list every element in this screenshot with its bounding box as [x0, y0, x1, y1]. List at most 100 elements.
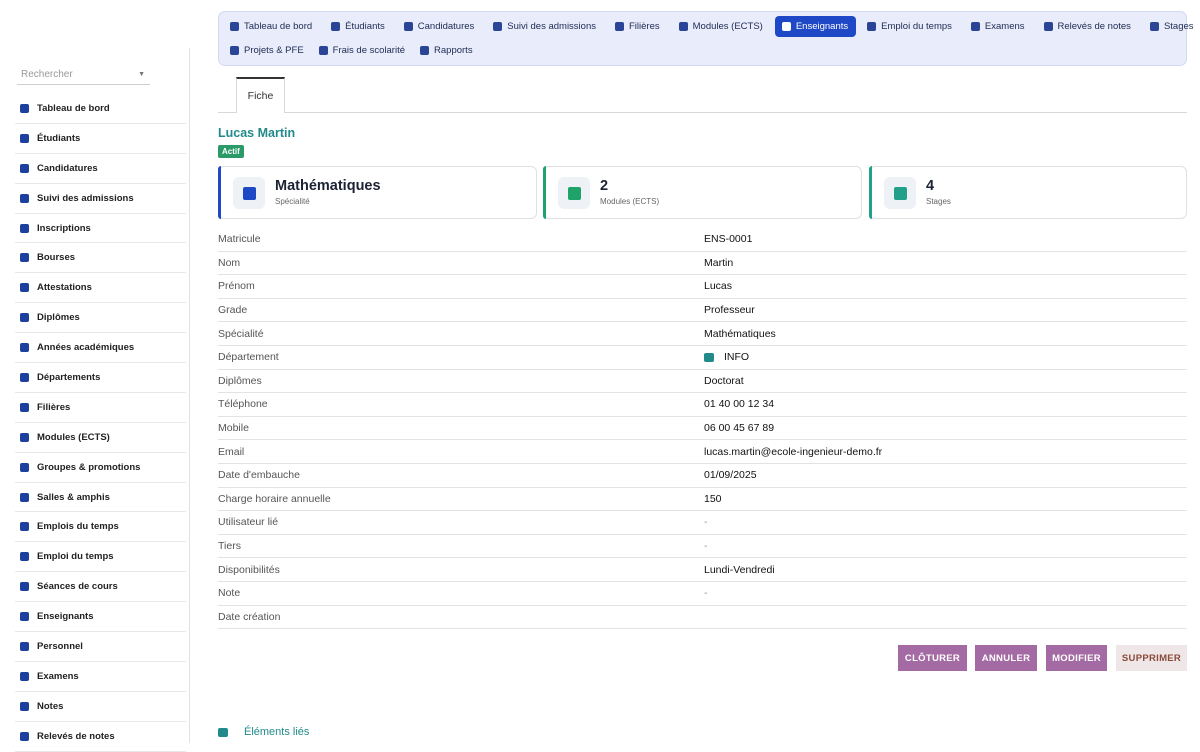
cancel-button[interactable]: ANNULER: [975, 645, 1037, 671]
sidebar-item-label: Personnel: [37, 640, 83, 652]
field-label: Note: [218, 587, 241, 600]
stat-card-speciality: Mathématiques Spécialité: [218, 166, 537, 219]
sidebar-item-notes[interactable]: Notes: [15, 692, 186, 722]
nav-item-label: Candidatures: [417, 21, 475, 32]
sidebar-item-modules-ects[interactable]: Modules (ECTS): [15, 423, 186, 453]
users-icon: [20, 641, 29, 651]
sidebar-item-inscriptions[interactable]: Inscriptions: [15, 214, 186, 244]
sidebar-item-enseignants[interactable]: Enseignants: [15, 602, 186, 633]
close-button[interactable]: CLÔTURER: [898, 645, 967, 671]
sidebar-item-candidatures[interactable]: Candidatures: [15, 154, 186, 184]
search-placeholder: Rechercher: [21, 69, 73, 80]
sidebar-item-diplomes[interactable]: Diplômes: [15, 303, 186, 334]
search-select[interactable]: Rechercher ▼: [17, 66, 150, 85]
sidebar-item-label: Bourses: [37, 252, 76, 264]
sidebar-item-filieres[interactable]: Filières: [15, 393, 186, 423]
field-value: ENS-0001: [704, 233, 752, 245]
sidebar-item-groupes-promotions[interactable]: Groupes & promotions: [15, 453, 186, 483]
sidebar-item-label: Attestations: [37, 282, 92, 294]
nav-item-tableau-de-bord[interactable]: Tableau de bord: [223, 16, 320, 37]
teacher-icon: [20, 612, 29, 622]
laptop-icon: [20, 462, 29, 472]
nav-item-enseignants[interactable]: Enseignants: [774, 16, 857, 37]
field-value: Doctorat: [704, 375, 744, 387]
nav-item-etudiants[interactable]: Étudiants: [324, 16, 393, 37]
nav-item-filieres[interactable]: Filières: [608, 16, 668, 37]
card-icon-box: [233, 177, 265, 209]
sidebar-item-attestations[interactable]: Attestations: [15, 273, 186, 304]
nav-item-frais-de-scolarite[interactable]: Frais de scolarité: [312, 40, 413, 61]
sidebar-divider: [189, 48, 190, 743]
sidebar-item-tableau-de-bord[interactable]: Tableau de bord: [15, 94, 186, 124]
briefcase-icon: [1149, 22, 1159, 31]
sidebar-item-annees-academiques[interactable]: Années académiques: [15, 333, 186, 364]
field-value: 01 40 00 12 34: [704, 398, 774, 410]
nav-item-projets-pfe[interactable]: Projets & PFE: [223, 40, 312, 61]
sidebar-item-suivi-des-admissions[interactable]: Suivi des admissions: [15, 184, 186, 214]
admissions-icon: [493, 22, 503, 31]
sidebar-item-emploi-du-temps[interactable]: Emploi du temps: [15, 542, 186, 573]
calendar-icon: [867, 22, 877, 31]
nav-item-candidatures[interactable]: Candidatures: [397, 16, 483, 37]
sidebar-item-label: Séances de cours: [37, 581, 118, 593]
calendar-icon: [20, 343, 29, 353]
sidebar-item-label: Groupes & promotions: [37, 461, 141, 473]
sidebar-item-label: Enseignants: [37, 611, 94, 623]
nav-item-rapports[interactable]: Rapports: [413, 40, 481, 61]
sidebar-item-label: Années académiques: [37, 342, 135, 354]
field-value-text: Lundi-Vendredi: [704, 563, 775, 576]
card-icon-box: [558, 177, 590, 209]
field-value-text: lucas.martin@ecole-ingenieur-demo.fr: [704, 445, 883, 458]
nav-item-emploi-du-temps[interactable]: Emploi du temps: [860, 16, 960, 37]
field-value: lucas.martin@ecole-ingenieur-demo.fr: [704, 446, 882, 458]
application-icon: [403, 22, 413, 31]
sidebar-item-bourses[interactable]: Bourses: [15, 243, 186, 274]
field-value-text: ENS-0001: [704, 233, 753, 246]
nav-item-stages[interactable]: Stages: [1143, 16, 1200, 37]
sidebar-item-etudiants[interactable]: Étudiants: [15, 124, 186, 154]
document-icon: [970, 22, 980, 31]
nav-item-modules-ects[interactable]: Modules (ECTS): [672, 16, 771, 37]
sidebar-item-emplois-du-temps[interactable]: Emplois du temps: [15, 512, 186, 543]
star-icon: [20, 701, 29, 711]
student-icon: [331, 22, 341, 31]
field-value-text: Lucas: [704, 280, 733, 293]
tab-fiche[interactable]: Fiche: [236, 77, 285, 113]
field-label: Tiers: [218, 540, 241, 553]
field-value[interactable]: INFO: [704, 351, 749, 363]
table-row: Note -: [218, 582, 1187, 606]
nav-item-label: Examens: [984, 21, 1025, 32]
document-icon: [1043, 22, 1053, 31]
linked-elements-section[interactable]: Éléments liés: [218, 726, 309, 738]
field-label: Nom: [218, 256, 241, 269]
sidebar-item-label: Modules (ECTS): [37, 431, 110, 443]
sidebar-item-releves-de-notes[interactable]: Relevés de notes: [15, 722, 186, 752]
sidebar-item-examens[interactable]: Examens: [15, 662, 186, 692]
table-row: Utilisateur lié -: [218, 511, 1187, 535]
graduation-cap-icon: [20, 402, 29, 412]
certificate-icon: [20, 283, 29, 293]
table-row: Spécialité Mathématiques: [218, 322, 1187, 346]
sidebar-item-salles-amphis[interactable]: Salles & amphis: [15, 483, 186, 513]
chevron-down-icon[interactable]: ▼: [138, 71, 145, 78]
sitemap-icon: [20, 372, 29, 382]
sidebar-item-label: Salles & amphis: [37, 491, 110, 503]
sidebar-item-seances-de-cours[interactable]: Séances de cours: [15, 572, 186, 603]
table-row: Diplômes Doctorat: [218, 370, 1187, 394]
card-value: 4: [926, 178, 935, 194]
card-value: Mathématiques: [275, 178, 381, 194]
sidebar-item-personnel[interactable]: Personnel: [15, 632, 186, 662]
field-value: Mathématiques: [704, 328, 776, 340]
teacher-icon: [242, 186, 256, 200]
nav-item-label: Modules (ECTS): [692, 21, 763, 32]
table-row: Tiers -: [218, 535, 1187, 559]
delete-button[interactable]: SUPPRIMER: [1116, 645, 1187, 671]
edit-button[interactable]: MODIFIER: [1046, 645, 1107, 671]
sidebar-item-departements[interactable]: Départements: [15, 363, 186, 393]
nav-item-examens[interactable]: Examens: [964, 16, 1033, 37]
linked-elements-title: Éléments liés: [244, 726, 310, 738]
nav-item-releves-de-notes[interactable]: Relevés de notes: [1037, 16, 1139, 37]
table-row: Matricule ENS-0001: [218, 228, 1187, 252]
nav-item-suivi-des-admissions[interactable]: Suivi des admissions: [486, 16, 604, 37]
invoice-icon: [318, 46, 328, 55]
